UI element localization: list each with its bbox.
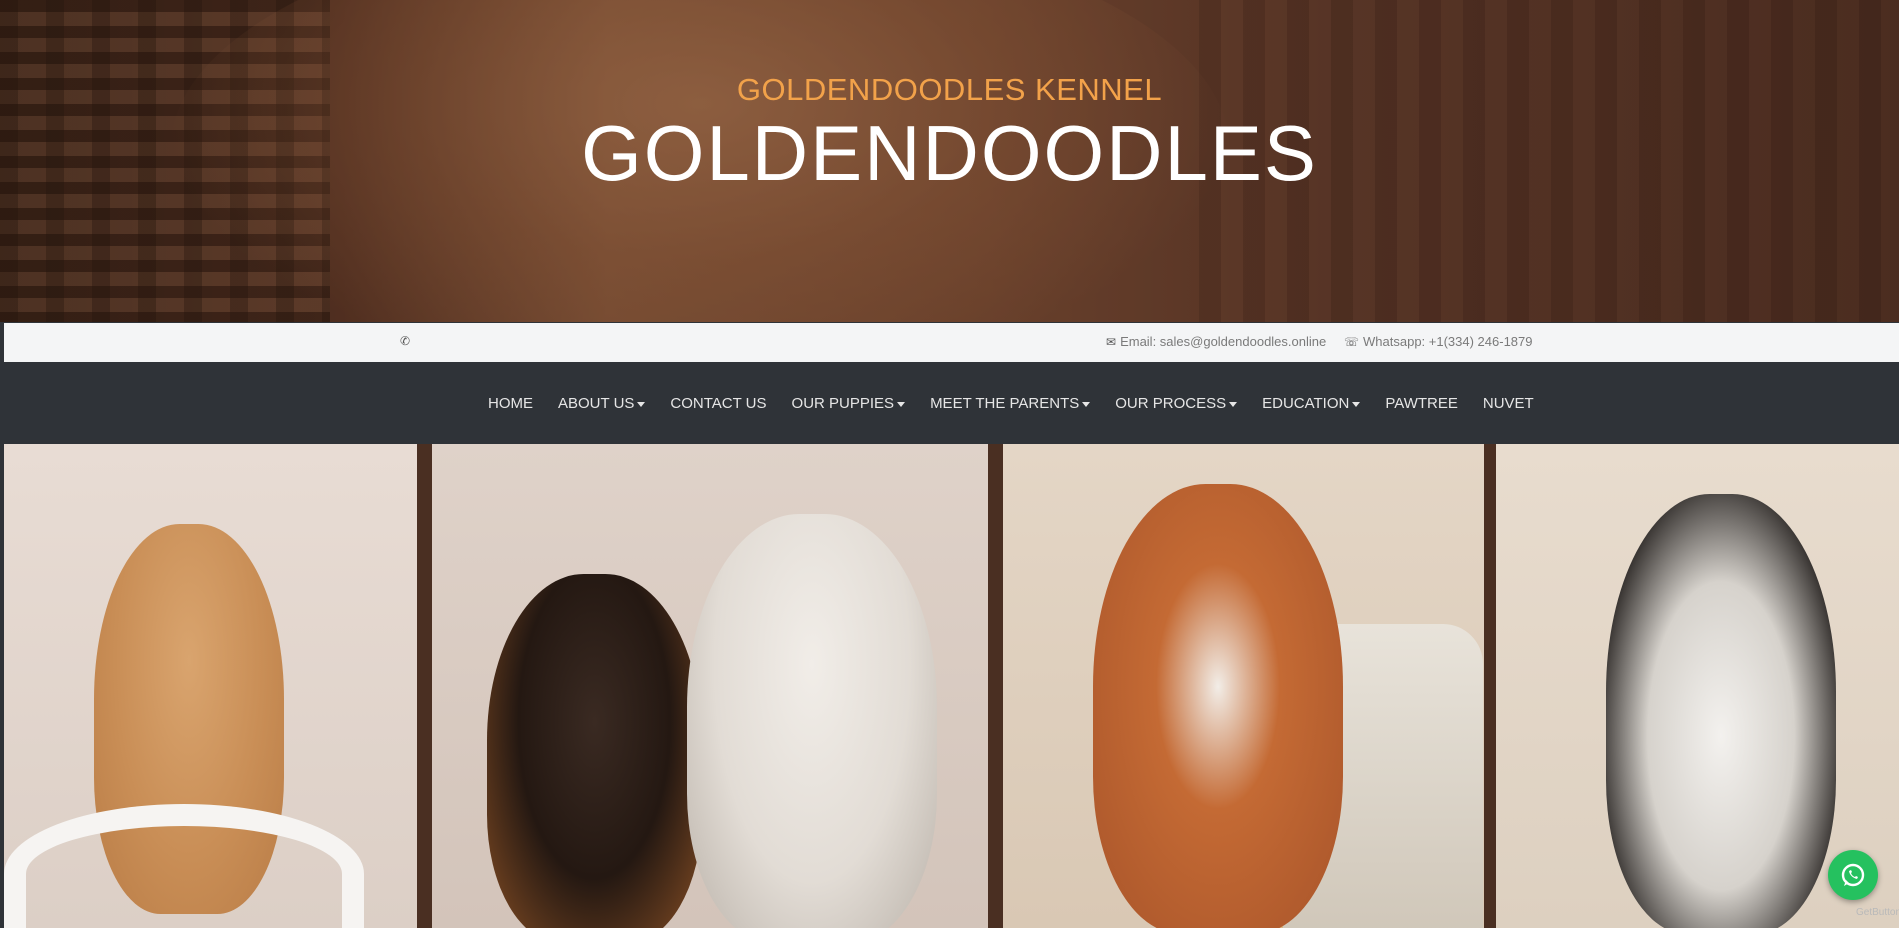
nav-item-label: OUR PUPPIES [791,395,895,412]
getbutton-credit[interactable]: GetButton [1856,907,1899,918]
nav-item-nuvet[interactable]: NUVET [1483,395,1534,412]
nav-item-home[interactable]: HOME [488,395,533,412]
dog-photo-gallery [4,444,1899,928]
white-doodle [687,514,937,928]
credit-text: GetButton [1856,907,1899,918]
chevron-down-icon [1352,401,1361,407]
nav-item-label: ABOUT US [558,395,635,412]
brand-title: GOLDENDOODLES [581,109,1318,197]
phone-icon[interactable]: ✆ [400,334,410,348]
chevron-down-icon [897,401,906,407]
whatsapp-icon [1841,863,1865,887]
whatsapp-chat-button[interactable] [1828,850,1878,900]
nav-item-our-process[interactable]: OUR PROCESS [1115,395,1238,412]
dog-photo-3 [1003,444,1484,928]
nav-item-meet-the-parents[interactable]: MEET THE PARENTS [930,395,1091,412]
nav-item-label: MEET THE PARENTS [930,395,1080,412]
nav-item-education[interactable]: EDUCATION [1262,395,1361,412]
nav-item-label: CONTACT US [670,395,767,412]
envelope-icon: ✉ [1106,335,1117,349]
email-link[interactable]: ✉ Email: sales@goldendoodles.online [1106,334,1326,349]
nav-item-about-us[interactable]: ABOUT US [558,395,646,412]
chevron-down-icon [637,401,646,407]
parti-doodle [1606,494,1836,928]
whatsapp-icon: ☏ [1344,335,1360,349]
nav-item-label: OUR PROCESS [1115,395,1227,412]
whatsapp-text: Whatsapp: +1(334) 246-1879 [1363,334,1533,349]
nav-item-label: EDUCATION [1262,395,1350,412]
kennel-label: GOLDENDOODLES KENNEL [736,72,1163,107]
red-white-doodle [1093,484,1343,928]
nav-item-our-puppies[interactable]: OUR PUPPIES [792,395,906,412]
chevron-down-icon [1229,401,1238,407]
contact-bar: ✆ ✉ Email: sales@goldendoodles.online ☏ Wh… [4,323,1899,362]
email-text: Email: sales@goldendoodles.online [1120,334,1327,349]
nav-item-label: HOME [488,395,533,412]
black-tan-doodle [487,574,702,928]
hero-banner: GOLDENDOODLES KENNEL GOLDENDOODLES [0,0,1899,322]
nav-item-pawtree[interactable]: PAWTREE [1385,395,1458,412]
chevron-down-icon [1082,401,1091,407]
dog-photo-1 [4,444,417,928]
nav-menu: HOME ABOUT US CONTACT US OUR PUPPIES MEE… [488,395,1559,412]
dog-photo-2 [432,444,988,928]
nav-item-label: PAWTREE [1385,395,1458,412]
white-stool [4,804,364,928]
nav-item-label: NUVET [1482,395,1534,412]
whatsapp-link[interactable]: ☏ Whatsapp: +1(334) 246-1879 [1344,334,1533,349]
nav-item-contact-us[interactable]: CONTACT US [670,395,766,412]
main-navbar: HOME ABOUT US CONTACT US OUR PUPPIES MEE… [0,362,1899,444]
